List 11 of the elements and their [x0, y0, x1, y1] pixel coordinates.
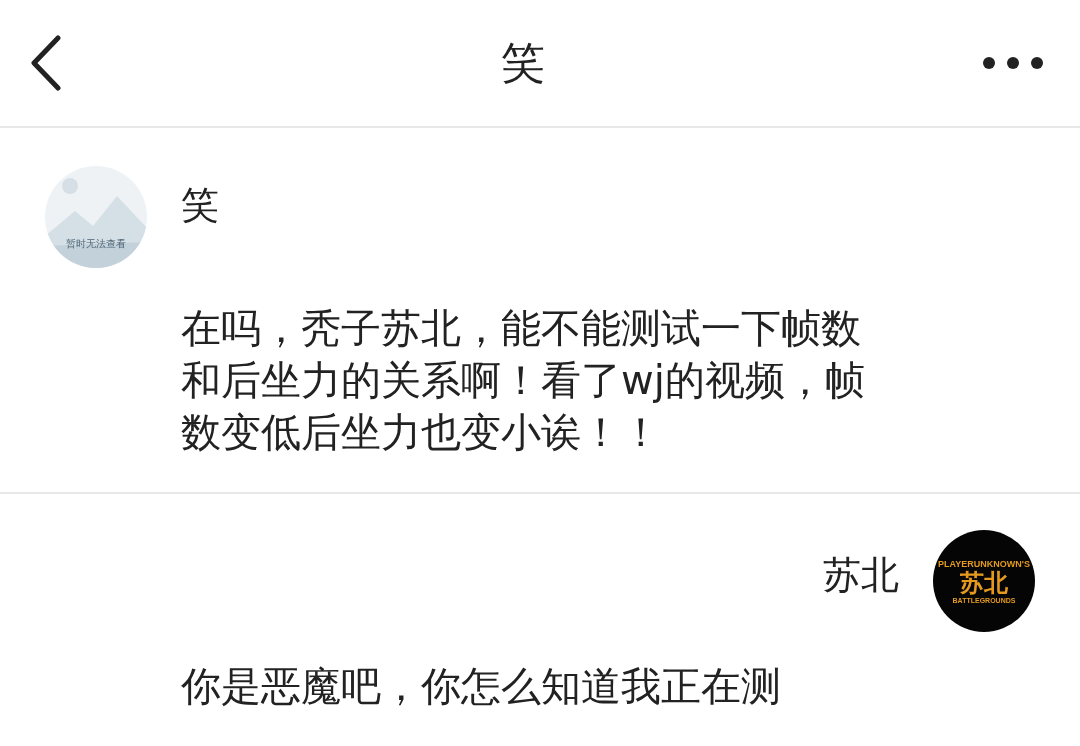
logo-top-text: PLAYERUNKNOWN'S	[938, 558, 1030, 569]
logo-main-text: 苏北	[960, 568, 1008, 597]
message-text: 在吗，秃子苏北，能不能测试一下帧数和后坐力的关系啊！看了wj的视频，帧数变低后坐力也变小诶！！	[181, 304, 866, 457]
more-icon[interactable]	[982, 56, 1044, 70]
chat-title: 笑	[501, 35, 545, 90]
avatar-placeholder[interactable]: 暂时无法查看	[45, 166, 147, 268]
sender-name: 笑	[181, 182, 220, 229]
avatar-caption: 暂时无法查看	[65, 237, 127, 251]
message-text: 你是恶魔吧，你怎么知道我正在测	[181, 662, 782, 711]
back-icon[interactable]	[28, 35, 64, 91]
sender-name: 苏北	[823, 552, 899, 599]
